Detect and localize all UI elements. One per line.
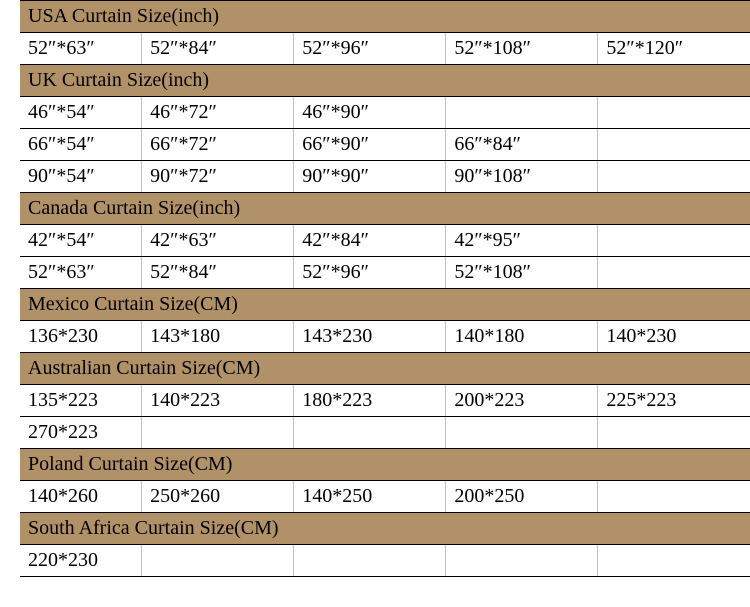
table-cell (598, 129, 750, 161)
table-cell: 52″*96″ (294, 257, 446, 289)
table-cell (598, 225, 750, 257)
table-cell: 46″*72″ (142, 97, 294, 129)
table-cell: 140*250 (294, 481, 446, 513)
section-header-cell: Canada Curtain Size(inch) (20, 193, 750, 225)
section-header: USA Curtain Size(inch) (20, 1, 750, 33)
table-cell: 140*230 (598, 321, 750, 353)
table-cell: 66″*90″ (294, 129, 446, 161)
table-cell: 250*260 (142, 481, 294, 513)
table-cell: 52″*108″ (446, 257, 598, 289)
section-header-cell: Mexico Curtain Size(CM) (20, 289, 750, 321)
table-cell (598, 257, 750, 289)
table-cell (598, 417, 750, 449)
table-row: 140*260250*260140*250200*250 (20, 481, 750, 513)
section-header: Mexico Curtain Size(CM) (20, 289, 750, 321)
table-cell (294, 417, 446, 449)
table-row: 136*230143*180143*230140*180140*230 (20, 321, 750, 353)
table-cell: 90″*72″ (142, 161, 294, 193)
table-cell (598, 481, 750, 513)
table-cell (446, 417, 598, 449)
table-cell: 140*180 (446, 321, 598, 353)
table-row: 52″*63″52″*84″52″*96″52″*108″ (20, 257, 750, 289)
section-header: Australian Curtain Size(CM) (20, 353, 750, 385)
table-cell (446, 545, 598, 577)
table-cell: 42″*63″ (142, 225, 294, 257)
table-cell: 225*223 (598, 385, 750, 417)
section-header-cell: Poland Curtain Size(CM) (20, 449, 750, 481)
curtain-size-table: USA Curtain Size(inch)52″*63″52″*84″52″*… (20, 0, 750, 577)
table-cell (598, 97, 750, 129)
table-cell: 136*230 (20, 321, 142, 353)
table-cell: 52″*96″ (294, 33, 446, 65)
table-cell: 180*223 (294, 385, 446, 417)
table-cell: 143*230 (294, 321, 446, 353)
table-cell: 90″*108″ (446, 161, 598, 193)
table-cell (294, 545, 446, 577)
table-row: 46″*54″46″*72″46″*90″ (20, 97, 750, 129)
table-row: 52″*63″52″*84″52″*96″52″*108″52″*120″ (20, 33, 750, 65)
table-cell: 66″*54″ (20, 129, 142, 161)
table-cell: 52″*84″ (142, 33, 294, 65)
section-header: Poland Curtain Size(CM) (20, 449, 750, 481)
table-cell: 143*180 (142, 321, 294, 353)
table-cell: 200*223 (446, 385, 598, 417)
table-cell: 46″*90″ (294, 97, 446, 129)
table-cell (598, 161, 750, 193)
table-cell: 46″*54″ (20, 97, 142, 129)
table-row: 66″*54″66″*72″66″*90″66″*84″ (20, 129, 750, 161)
table-cell: 90″*54″ (20, 161, 142, 193)
table-row: 135*223140*223180*223200*223225*223 (20, 385, 750, 417)
table-cell: 66″*72″ (142, 129, 294, 161)
section-header: South Africa Curtain Size(CM) (20, 513, 750, 545)
section-header-cell: South Africa Curtain Size(CM) (20, 513, 750, 545)
section-header-cell: USA Curtain Size(inch) (20, 1, 750, 33)
table-cell: 42″*84″ (294, 225, 446, 257)
table-cell: 52″*63″ (20, 33, 142, 65)
table-cell: 220*230 (20, 545, 142, 577)
table-cell: 135*223 (20, 385, 142, 417)
table-cell: 52″*120″ (598, 33, 750, 65)
table-cell: 66″*84″ (446, 129, 598, 161)
table-cell: 200*250 (446, 481, 598, 513)
table-row: 220*230 (20, 545, 750, 577)
table-cell (598, 545, 750, 577)
table-cell: 42″*54″ (20, 225, 142, 257)
table-cell: 52″*84″ (142, 257, 294, 289)
section-header-cell: UK Curtain Size(inch) (20, 65, 750, 97)
table-row: 90″*54″90″*72″90″*90″90″*108″ (20, 161, 750, 193)
table-row: 270*223 (20, 417, 750, 449)
table-cell: 140*223 (142, 385, 294, 417)
table-cell: 140*260 (20, 481, 142, 513)
section-header-cell: Australian Curtain Size(CM) (20, 353, 750, 385)
table-cell: 52″*108″ (446, 33, 598, 65)
section-header: UK Curtain Size(inch) (20, 65, 750, 97)
table-cell (142, 545, 294, 577)
section-header: Canada Curtain Size(inch) (20, 193, 750, 225)
table-cell (142, 417, 294, 449)
table-row: 42″*54″42″*63″42″*84″42″*95″ (20, 225, 750, 257)
table-cell (446, 97, 598, 129)
table-cell: 270*223 (20, 417, 142, 449)
table-cell: 52″*63″ (20, 257, 142, 289)
table-cell: 90″*90″ (294, 161, 446, 193)
table-cell: 42″*95″ (446, 225, 598, 257)
